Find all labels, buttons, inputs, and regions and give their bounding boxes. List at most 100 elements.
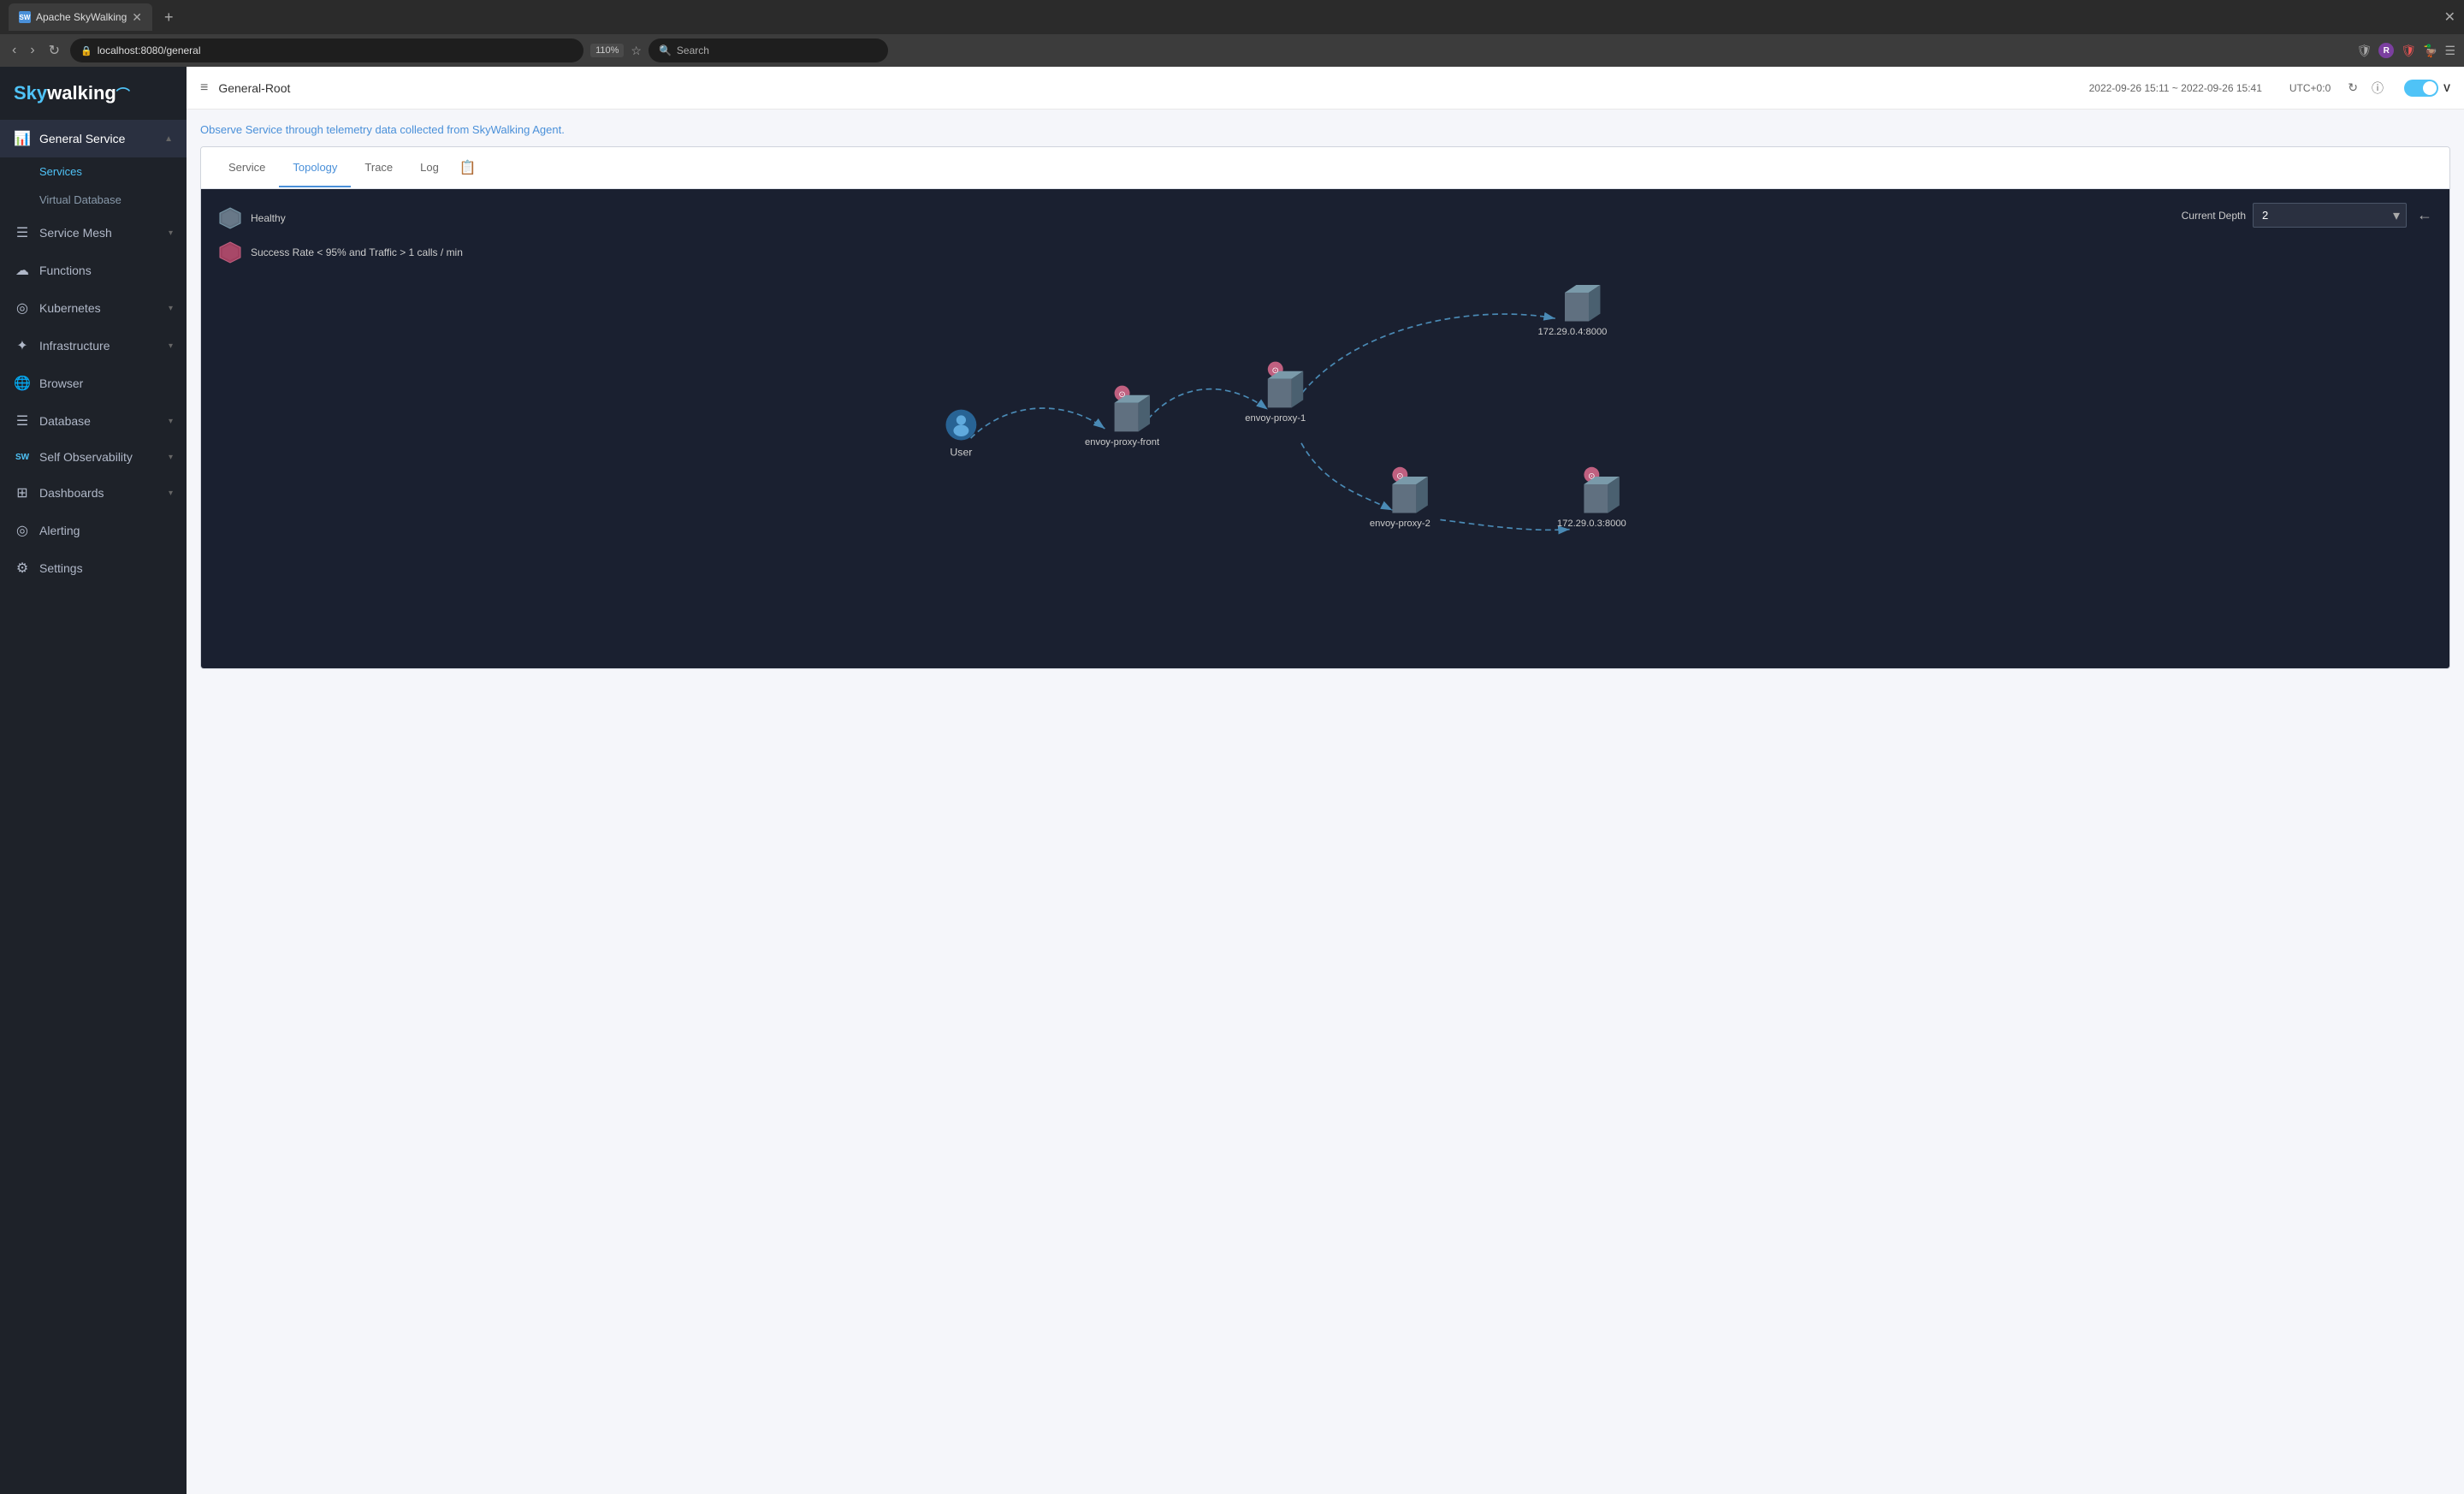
- extension-icon[interactable]: 🛡: [2401, 44, 2416, 58]
- chevron-up-icon: ▲: [164, 134, 173, 144]
- search-icon: 🔍: [659, 44, 672, 56]
- sidebar-item-general-service[interactable]: 📊 General Service ▲: [0, 120, 187, 157]
- node-user[interactable]: User: [945, 410, 976, 459]
- new-tab-button[interactable]: +: [159, 9, 179, 27]
- chevron-down-icon: ▾: [169, 489, 173, 498]
- menu-icon[interactable]: ☰: [2444, 44, 2455, 58]
- topology-svg: User ⊙ envoy-proxy-front: [201, 189, 2449, 668]
- browser-icon: 🌐: [14, 375, 31, 392]
- sidebar-item-kubernetes[interactable]: ◎ Kubernetes ▾: [0, 289, 187, 327]
- sidebar-item-service-mesh[interactable]: ☰ Service Mesh ▾: [0, 214, 187, 252]
- sidebar-item-dashboards[interactable]: ⊞ Dashboards ▾: [0, 474, 187, 512]
- zoom-level: 110%: [590, 44, 624, 57]
- browser-tab[interactable]: SW Apache SkyWalking ✕: [9, 3, 152, 31]
- browser-toolbar-icons: 🛡 R 🛡 🦆 ☰: [2356, 43, 2455, 58]
- dashboards-icon: ⊞: [14, 484, 31, 501]
- node-envoy-proxy-front[interactable]: ⊙ envoy-proxy-front: [1085, 386, 1160, 448]
- chevron-down-icon: ▾: [169, 417, 173, 426]
- forward-button[interactable]: ›: [27, 43, 38, 58]
- app-layout: Skywalking⌒ 📊 General Service ▲ Services…: [0, 67, 2464, 1494]
- service-mesh-icon: ☰: [14, 224, 31, 241]
- sidebar-label-dashboards: Dashboards: [39, 486, 160, 500]
- sidebar-label-general-service: General Service: [39, 132, 156, 145]
- address-bar-row: ‹ › ↻ 🔒 localhost:8080/general 110% ☆ 🔍 …: [0, 34, 2464, 67]
- main-panel: Service Topology Trace Log 📋: [200, 146, 2450, 669]
- node-172-29-0-4[interactable]: 172.29.0.4:8000: [1538, 285, 1608, 337]
- sidebar-item-virtual-database[interactable]: Virtual Database: [0, 186, 187, 214]
- toggle-container: V: [2404, 80, 2450, 97]
- auto-refresh-toggle[interactable]: [2404, 80, 2438, 97]
- settings-icon: ⚙: [14, 560, 31, 577]
- tab-title: Apache SkyWalking: [36, 11, 127, 23]
- sidebar-label-kubernetes: Kubernetes: [39, 301, 160, 315]
- node-envoy-proxy-1-label: envoy-proxy-1: [1245, 413, 1306, 424]
- refresh-button[interactable]: ↻: [2348, 80, 2358, 95]
- info-button[interactable]: ⓘ: [2372, 80, 2384, 97]
- profile-icon[interactable]: R: [2378, 43, 2394, 58]
- tab-topology[interactable]: Topology: [279, 149, 351, 187]
- sidebar-item-settings[interactable]: ⚙ Settings: [0, 549, 187, 587]
- sidebar-item-browser[interactable]: 🌐 Browser: [0, 365, 187, 402]
- alerting-icon: ◎: [14, 522, 31, 539]
- sidebar-item-infrastructure[interactable]: ✦ Infrastructure ▾: [0, 327, 187, 365]
- services-label: Services: [39, 165, 82, 178]
- edge-proxy2-node2: [1440, 519, 1569, 530]
- reload-button[interactable]: ↻: [45, 42, 63, 59]
- observe-note: Observe Service through telemetry data c…: [200, 123, 2450, 136]
- edge-proxy1-proxy2: [1301, 443, 1392, 510]
- tab-log[interactable]: Log: [406, 149, 453, 187]
- lock-icon: 🔒: [80, 45, 92, 56]
- browser-search-bar[interactable]: 🔍 Search: [649, 39, 888, 62]
- node-envoy-proxy-2[interactable]: ⊙ envoy-proxy-2: [1370, 467, 1430, 529]
- content-area: Observe Service through telemetry data c…: [187, 110, 2464, 1494]
- url-text: localhost:8080/general: [98, 44, 201, 56]
- tab-favicon: SW: [19, 11, 31, 23]
- sidebar-item-services[interactable]: Services: [0, 157, 187, 186]
- sidebar-item-functions[interactable]: ☁ Functions: [0, 252, 187, 289]
- node-172-29-0-4-label: 172.29.0.4:8000: [1538, 327, 1608, 337]
- sidebar-item-alerting[interactable]: ◎ Alerting: [0, 512, 187, 549]
- main-content: ≡ General-Root 2022-09-26 15:11 ~ 2022-0…: [187, 67, 2464, 1494]
- search-placeholder: Search: [677, 44, 709, 56]
- timezone-display: UTC+0:0: [2289, 82, 2331, 94]
- node-envoy-proxy-1[interactable]: ⊙ envoy-proxy-1: [1245, 362, 1306, 424]
- node-envoy-proxy-2-label: envoy-proxy-2: [1370, 519, 1430, 529]
- clipboard-icon[interactable]: 📋: [453, 147, 483, 188]
- sidebar-logo: Skywalking⌒: [0, 67, 187, 120]
- back-button[interactable]: ‹: [9, 43, 20, 58]
- sidebar-label-database: Database: [39, 414, 160, 428]
- bookmark-button[interactable]: ☆: [631, 44, 642, 58]
- self-obs-icon: SW: [14, 453, 31, 462]
- tab-trace[interactable]: Trace: [351, 149, 406, 187]
- address-bar[interactable]: 🔒 localhost:8080/general: [70, 39, 583, 62]
- panel-tabs: Service Topology Trace Log 📋: [201, 147, 2449, 189]
- browser-chrome: SW Apache SkyWalking ✕ + ✕: [0, 0, 2464, 34]
- observe-note-text: Observe Service through telemetry data c…: [200, 123, 565, 136]
- node-envoy-proxy-front-label: envoy-proxy-front: [1085, 437, 1160, 448]
- top-bar: ≡ General-Root 2022-09-26 15:11 ~ 2022-0…: [187, 67, 2464, 110]
- node-172-29-0-3[interactable]: ⊙ 172.29.0.3:8000: [1557, 467, 1626, 529]
- chart-icon: 📊: [14, 130, 31, 147]
- chevron-down-icon: ▾: [169, 453, 173, 462]
- tab-close-button[interactable]: ✕: [132, 10, 142, 25]
- sidebar-item-self-observability[interactable]: SW Self Observability ▾: [0, 440, 187, 474]
- edge-user-proxy-front: [971, 408, 1105, 438]
- hamburger-icon[interactable]: ≡: [200, 80, 208, 96]
- sidebar-label-functions: Functions: [39, 264, 173, 277]
- sidebar-label-self-observability: Self Observability: [39, 450, 160, 464]
- sidebar-item-database[interactable]: ☰ Database ▾: [0, 402, 187, 440]
- sidebar-navigation: 📊 General Service ▲ Services Virtual Dat…: [0, 120, 187, 1494]
- sidebar-label-service-mesh: Service Mesh: [39, 226, 160, 240]
- sidebar-label-infrastructure: Infrastructure: [39, 339, 160, 353]
- sidebar-label-settings: Settings: [39, 561, 173, 575]
- browser-close-button[interactable]: ✕: [2444, 9, 2455, 26]
- sidebar-label-browser: Browser: [39, 376, 173, 390]
- logo-text: Skywalking⌒: [14, 82, 130, 104]
- sidebar-label-alerting: Alerting: [39, 524, 173, 537]
- edge-proxy1-node1: [1296, 314, 1555, 400]
- page-title: General-Root: [218, 81, 2078, 95]
- extension2-icon[interactable]: 🦆: [2423, 44, 2437, 58]
- chevron-down-icon: ▾: [169, 304, 173, 313]
- shield-icon[interactable]: 🛡: [2356, 44, 2372, 58]
- tab-service[interactable]: Service: [215, 149, 279, 187]
